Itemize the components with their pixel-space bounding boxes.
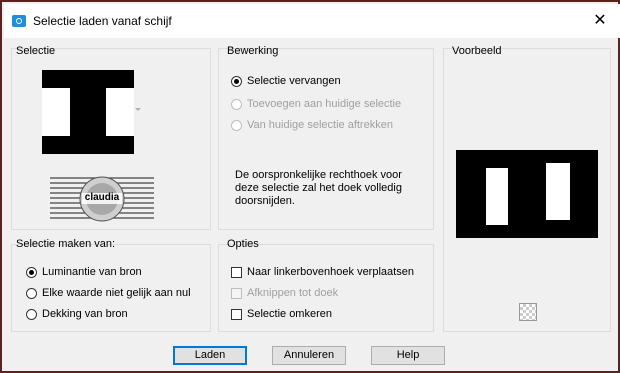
checkbox-label: Naar linkerbovenhoek verplaatsen xyxy=(247,266,414,278)
preview-image xyxy=(456,150,598,238)
radio-selected-icon xyxy=(231,75,242,87)
radio-icon xyxy=(26,287,37,299)
radio-icon xyxy=(26,308,37,320)
dialog-window: Selectie laden vanaf schijf ✕ Selectie c xyxy=(0,0,620,373)
checkbox-afknippen[interactable]: Afknippen tot doek xyxy=(231,287,338,299)
close-icon[interactable]: ✕ xyxy=(590,11,610,31)
cancel-button[interactable]: Annuleren xyxy=(272,346,346,365)
info-text: De oorspronkelijke rechthoek voor deze s… xyxy=(235,169,402,207)
help-button[interactable]: Help xyxy=(371,346,445,365)
checkbox-omkeren[interactable]: Selectie omkeren xyxy=(231,308,332,320)
radio-elke-waarde[interactable]: Elke waarde niet gelijk aan nul xyxy=(26,287,191,299)
opties-title: Opties xyxy=(227,238,259,250)
logo-text: claudia xyxy=(84,192,120,203)
transparency-checker-icon[interactable] xyxy=(519,303,537,321)
selection-thumbnail[interactable] xyxy=(42,70,134,154)
bewerking-title: Bewerking xyxy=(227,45,279,57)
title-bar[interactable]: Selectie laden vanaf schijf ✕ xyxy=(4,4,620,38)
voorbeeld-title: Voorbeeld xyxy=(452,45,502,57)
checkbox-linkerbovenhoek[interactable]: Naar linkerbovenhoek verplaatsen xyxy=(231,266,414,278)
checkbox-icon xyxy=(231,287,242,299)
selectie-title: Selectie xyxy=(16,45,56,57)
window-title: Selectie laden vanaf schijf xyxy=(33,14,172,28)
selectie-maken-title: Selectie maken van: xyxy=(16,238,116,250)
radio-label: Elke waarde niet gelijk aan nul xyxy=(42,287,191,299)
checkbox-icon xyxy=(231,308,242,320)
radio-label: Dekking van bron xyxy=(42,308,128,320)
logo-watermark: claudia xyxy=(50,174,154,224)
radio-aftrekken[interactable]: Van huidige selectie aftrekken xyxy=(231,119,393,131)
checkbox-label: Afknippen tot doek xyxy=(247,287,339,299)
radio-label: Selectie vervangen xyxy=(247,75,341,87)
radio-icon xyxy=(231,98,242,110)
dropdown-arrow-icon[interactable] xyxy=(135,108,141,111)
radio-luminantie[interactable]: Luminantie van bron xyxy=(26,266,142,278)
radio-icon xyxy=(231,119,242,131)
load-button[interactable]: Laden xyxy=(173,346,247,365)
radio-label: Luminantie van bron xyxy=(42,266,142,278)
radio-label: Van huidige selectie aftrekken xyxy=(247,119,393,131)
radio-selectie-vervangen[interactable]: Selectie vervangen xyxy=(231,75,341,87)
selection-thumbnail-image xyxy=(42,70,134,154)
checkbox-icon xyxy=(231,266,242,278)
radio-dekking[interactable]: Dekking van bron xyxy=(26,308,128,320)
checkbox-label: Selectie omkeren xyxy=(247,308,332,320)
app-icon xyxy=(12,15,26,27)
radio-toevoegen[interactable]: Toevoegen aan huidige selectie xyxy=(231,98,401,110)
radio-label: Toevoegen aan huidige selectie xyxy=(247,98,402,110)
radio-selected-icon xyxy=(26,266,37,278)
